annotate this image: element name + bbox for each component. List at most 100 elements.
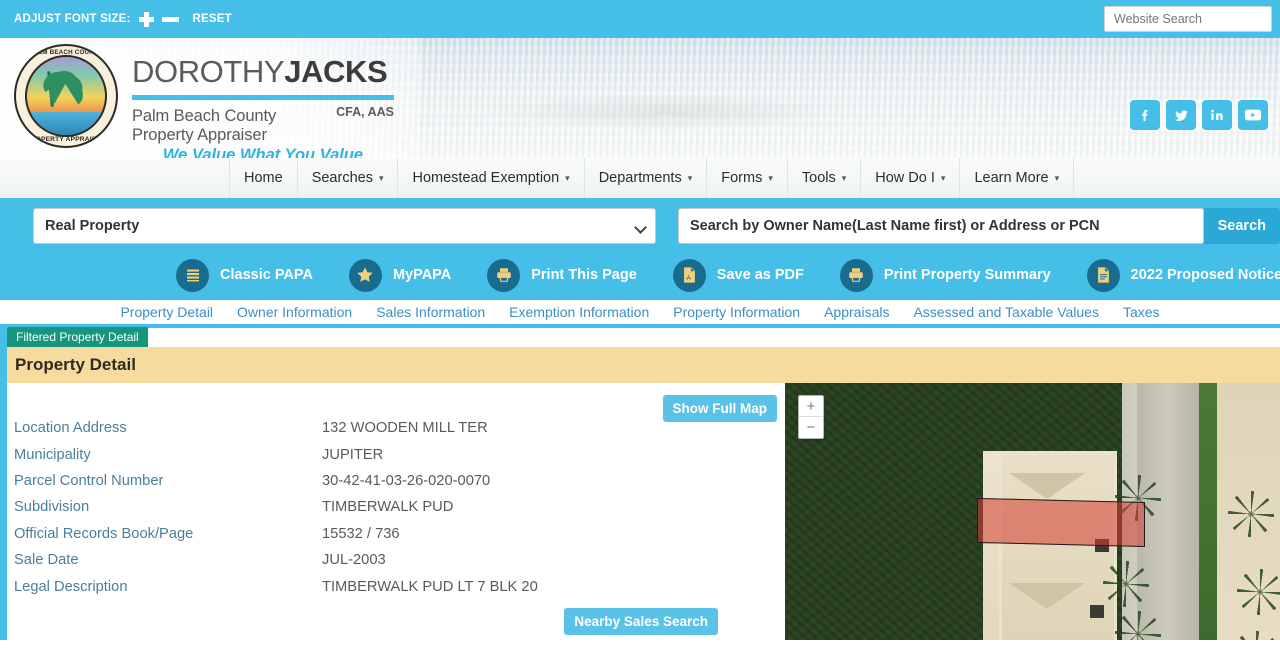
- nav-label: Homestead Exemption: [412, 170, 560, 186]
- palm-tree: [1103, 561, 1149, 607]
- tool-label: Print This Page: [531, 267, 637, 283]
- decrease-font-size-button[interactable]: [161, 12, 179, 27]
- subnav-owner-information[interactable]: Owner Information: [225, 304, 364, 320]
- table-row: Official Records Book/Page 15532 / 736: [7, 521, 785, 547]
- nav-label: Tools: [801, 170, 836, 186]
- map-zoom-out-button[interactable]: −: [799, 417, 823, 438]
- nav-item-how-do-i[interactable]: How Do I ▾: [861, 158, 961, 198]
- site-banner: PALM BEACH COUNTY PROPERTY APPRAISER DOR…: [0, 38, 1280, 158]
- parcel-aerial-map[interactable]: + −: [785, 383, 1280, 640]
- social-links: [1130, 100, 1268, 130]
- subnav-taxes[interactable]: Taxes: [1111, 304, 1172, 320]
- detail-label: Legal Description: [14, 578, 128, 595]
- subnav-property-information[interactable]: Property Information: [661, 304, 812, 320]
- nav-left-spacer: [0, 158, 230, 198]
- tool-mypapa[interactable]: MyPAPA: [348, 258, 452, 292]
- chevron-down-icon: ▾: [565, 172, 570, 183]
- table-row: Municipality JUPITER: [7, 441, 785, 467]
- brand-logo[interactable]: PALM BEACH COUNTY PROPERTY APPRAISER DOR…: [14, 44, 415, 158]
- detail-label: Location Address: [14, 420, 127, 437]
- nav-label: Home: [244, 170, 283, 186]
- property-detail-panel: Filtered Property Detail Property Detail…: [0, 327, 1280, 640]
- detail-label: Municipality: [14, 446, 91, 463]
- map-zoom-controls: + −: [798, 395, 824, 439]
- page-tools-bar: Classic PAPA MyPAPA Print This Page Save…: [0, 250, 1280, 300]
- tool-classic-papa[interactable]: Classic PAPA: [176, 258, 313, 292]
- subnav-sales-information[interactable]: Sales Information: [364, 304, 497, 320]
- panel-body: Show Full Map Location Address 132 WOODE…: [7, 383, 1280, 640]
- wordmark: DOROTHYJACKS CFA, AAS Palm Beach County …: [132, 44, 415, 158]
- chevron-down-icon: ▾: [1054, 172, 1060, 183]
- map-zoom-in-button[interactable]: +: [799, 396, 823, 417]
- palm-tree: [1237, 569, 1280, 615]
- tool-print-this-page[interactable]: Print This Page: [487, 258, 637, 292]
- tool-label: Print Property Summary: [883, 267, 1051, 283]
- tool-print-property-summary[interactable]: Print Property Summary: [839, 258, 1051, 292]
- highlighted-parcel-polygon: [977, 497, 1145, 548]
- subnav-assessed-and-taxable-values[interactable]: Assessed and Taxable Values: [901, 304, 1111, 320]
- star-icon: [348, 258, 382, 292]
- nav-item-tools[interactable]: Tools ▾: [788, 158, 862, 198]
- nav-item-searches[interactable]: Searches ▾: [298, 158, 399, 198]
- property-detail-table: Show Full Map Location Address 132 WOODE…: [7, 383, 785, 640]
- subnav-property-detail[interactable]: Property Detail: [108, 304, 225, 320]
- nav-item-homestead-exemption[interactable]: Homestead Exemption ▾: [398, 158, 585, 198]
- nearby-sales-search-button[interactable]: Nearby Sales Search: [564, 608, 718, 635]
- detail-value: 30-42-41-03-26-020-0070: [322, 472, 491, 489]
- nav-item-learn-more[interactable]: Learn More ▾: [960, 158, 1075, 198]
- main-navigation: Home Searches ▾ Homestead Exemption ▾ De…: [0, 158, 1280, 202]
- nav-item-departments[interactable]: Departments ▾: [585, 158, 708, 198]
- nav-item-home[interactable]: Home: [230, 158, 298, 198]
- table-row: Subdivision TIMBERWALK PUD: [7, 494, 785, 520]
- document-icon: [1086, 258, 1120, 292]
- tool-label: MyPAPA: [392, 267, 452, 283]
- chevron-down-icon: ▾: [687, 172, 693, 183]
- property-search-bar: Real Property Search: [0, 202, 1280, 250]
- detail-value: 132 WOODEN MILL TER: [322, 420, 488, 437]
- increase-font-size-button[interactable]: [138, 11, 154, 27]
- show-full-map-button[interactable]: Show Full Map: [662, 395, 777, 422]
- last-name: JACKS: [284, 54, 388, 89]
- search-query-input[interactable]: [678, 208, 1204, 244]
- youtube-icon[interactable]: [1238, 100, 1268, 130]
- property-section-links: Property Detail Owner Information Sales …: [0, 300, 1280, 328]
- seal-top-text: PALM BEACH COUNTY: [29, 49, 103, 56]
- font-size-label: ADJUST FONT SIZE:: [14, 13, 131, 25]
- table-row: Sale Date JUL-2003: [7, 547, 785, 573]
- tool-label: Save as PDF: [716, 267, 804, 283]
- printer-icon: [839, 258, 873, 292]
- detail-value: TIMBERWALK PUD: [322, 499, 454, 516]
- section-title: Property Detail: [7, 347, 1280, 383]
- ac-unit: [1090, 605, 1104, 618]
- subnav-exemption-information[interactable]: Exemption Information: [497, 304, 661, 320]
- table-row: Legal Description TIMBERWALK PUD LT 7 BL…: [7, 573, 785, 599]
- search-category-select[interactable]: Real Property: [33, 208, 656, 244]
- nav-label: Forms: [721, 170, 763, 186]
- nav-right-spacer: [1074, 158, 1280, 198]
- seal-bottom-text: PROPERTY APPRAISER: [26, 136, 106, 143]
- panel-tabs: Filtered Property Detail: [7, 327, 148, 348]
- facebook-icon[interactable]: [1130, 100, 1160, 130]
- reset-font-size-button[interactable]: RESET: [193, 13, 232, 25]
- nav-label: Learn More: [974, 170, 1049, 186]
- font-size-controls: ADJUST FONT SIZE: RESET: [14, 11, 232, 27]
- subnav-appraisals[interactable]: Appraisals: [812, 304, 901, 320]
- detail-label: Subdivision: [14, 499, 90, 516]
- tool-label: Classic PAPA: [220, 267, 313, 283]
- twitter-icon[interactable]: [1166, 100, 1196, 130]
- chevron-down-icon: ▾: [378, 172, 384, 183]
- website-search-input[interactable]: [1104, 6, 1272, 32]
- linkedin-icon[interactable]: [1202, 100, 1232, 130]
- tool-save-as-pdf[interactable]: Save as PDF: [672, 258, 804, 292]
- detail-value: JUL-2003: [322, 552, 386, 569]
- detail-value: JUPITER: [322, 446, 384, 463]
- tool-2022-proposed-notice[interactable]: 2022 Proposed Notice: [1086, 258, 1280, 292]
- search-submit-button[interactable]: Search: [1203, 208, 1280, 244]
- nav-label: Searches: [311, 170, 373, 186]
- appraiser-name: DOROTHYJACKS: [132, 56, 415, 87]
- list-icon: [176, 258, 209, 292]
- nav-item-forms[interactable]: Forms ▾: [707, 158, 788, 198]
- chevron-down-icon: ▾: [768, 172, 773, 183]
- tab-filtered-property-detail[interactable]: Filtered Property Detail: [7, 327, 148, 348]
- detail-value: 15532 / 736: [322, 525, 400, 542]
